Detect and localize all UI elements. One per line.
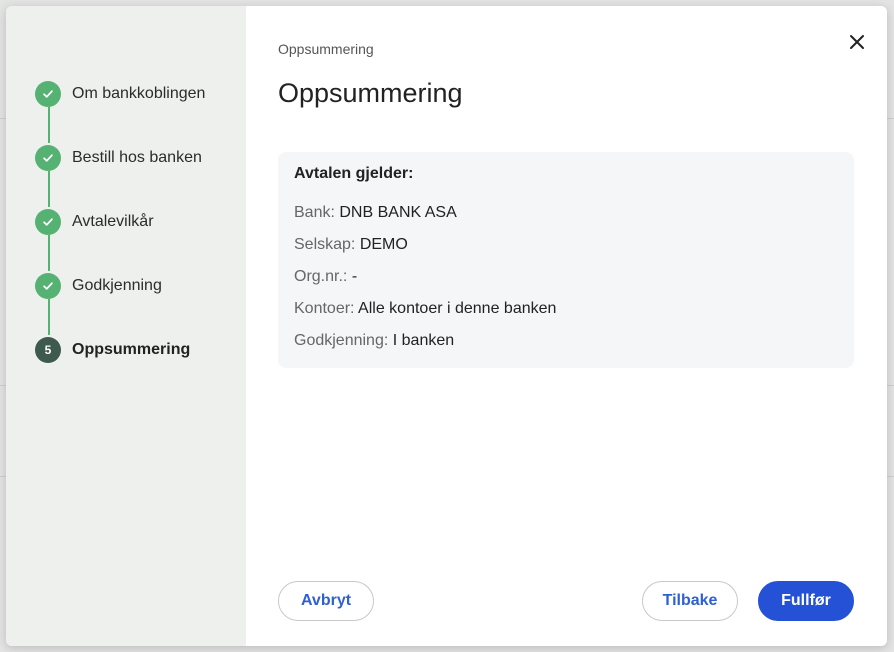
step-connector — [48, 235, 50, 271]
summary-label: Selskap: — [294, 236, 356, 253]
page-title: Oppsummering — [278, 78, 463, 108]
step-label: Godkjenning — [72, 277, 162, 294]
summary-row-bank: Bank: DNB BANK ASA — [294, 203, 838, 223]
summary-value: DNB BANK ASA — [339, 204, 457, 221]
cancel-button[interactable]: Avbryt — [278, 581, 374, 621]
dialog-content: Oppsummering Oppsummering Avtalen gjelde… — [246, 6, 887, 646]
step-om-bankkoblingen[interactable]: Om bankkoblingen — [35, 81, 205, 107]
check-icon — [35, 145, 61, 171]
step-bestill-hos-banken[interactable]: Bestill hos banken — [35, 145, 202, 171]
check-icon — [35, 209, 61, 235]
stepper-sidebar: Om bankkoblingen Bestill hos banken Avta… — [6, 6, 246, 646]
finish-button[interactable]: Fullfør — [758, 581, 854, 621]
step-label: Oppsummering — [72, 341, 191, 358]
summary-row-company: Selskap: DEMO — [294, 235, 838, 255]
close-icon — [850, 35, 864, 49]
step-godkjenning[interactable]: Godkjenning — [35, 273, 162, 299]
summary-label: Kontoer: — [294, 300, 355, 317]
summary-label: Bank: — [294, 204, 335, 221]
check-icon — [35, 273, 61, 299]
step-label: Om bankkoblingen — [72, 85, 206, 102]
step-label: Avtalevilkår — [72, 213, 154, 230]
breadcrumb: Oppsummering — [278, 41, 374, 57]
summary-value: DEMO — [359, 236, 408, 253]
step-oppsummering[interactable]: 5 Oppsummering — [35, 337, 190, 363]
summary-card: Avtalen gjelder: Bank: DNB BANK ASA Sels… — [278, 152, 854, 368]
summary-row-accounts: Kontoer: Alle kontoer i denne banken — [294, 299, 838, 319]
step-label: Bestill hos banken — [72, 149, 202, 166]
step-avtalevilkar[interactable]: Avtalevilkår — [35, 209, 154, 235]
summary-value: I banken — [392, 332, 455, 349]
check-icon — [35, 81, 61, 107]
bank-connection-dialog: Om bankkoblingen Bestill hos banken Avta… — [6, 6, 887, 646]
step-connector — [48, 107, 50, 143]
step-connector — [48, 171, 50, 207]
summary-label: Org.nr.: — [294, 268, 348, 285]
summary-value: - — [351, 268, 358, 285]
back-button[interactable]: Tilbake — [642, 581, 738, 621]
summary-row-org-number: Org.nr.: - — [294, 267, 838, 287]
summary-value: Alle kontoer i denne banken — [358, 300, 557, 317]
summary-heading: Avtalen gjelder: — [294, 165, 414, 182]
summary-label: Godkjenning: — [294, 332, 389, 349]
summary-row-approval: Godkjenning: I banken — [294, 331, 838, 351]
step-number-badge: 5 — [35, 337, 61, 363]
close-button[interactable] — [845, 30, 869, 54]
step-connector — [48, 299, 50, 335]
